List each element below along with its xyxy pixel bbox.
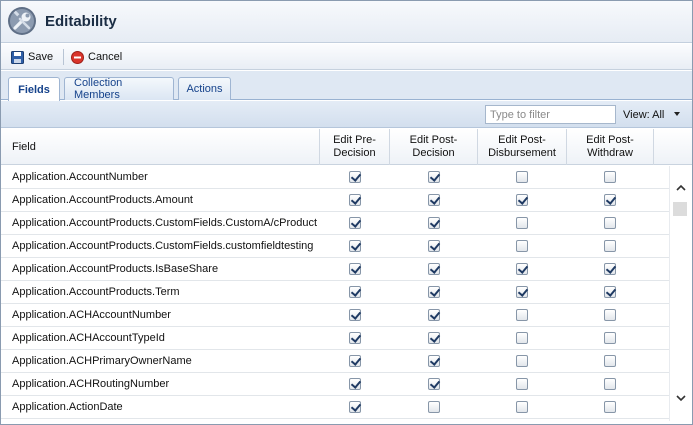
view-selector[interactable]: View: All [623,109,664,121]
edit-post-decision-checkbox[interactable] [428,332,440,344]
edit-post-withdraw-checkbox[interactable] [604,309,616,321]
edit-post-decision-checkbox[interactable] [428,309,440,321]
edit-pre-decision-checkbox[interactable] [349,332,361,344]
edit-post-withdraw-checkbox[interactable] [604,378,616,390]
tab-collection-members[interactable]: Collection Members [64,77,174,101]
save-label: Save [28,51,54,63]
field-name: Application.ActionDate [12,401,123,413]
edit-post-disbursement-checkbox[interactable] [516,217,528,229]
edit-post-withdraw-checkbox[interactable] [604,217,616,229]
edit-post-withdraw-checkbox[interactable] [604,171,616,183]
edit-pre-decision-checkbox[interactable] [349,194,361,206]
chevron-up-icon[interactable] [675,182,687,194]
editability-window: Editability Save Cancel Fields Collectio… [0,0,693,425]
edit-post-disbursement-checkbox[interactable] [516,401,528,413]
edit-post-withdraw-checkbox[interactable] [604,240,616,252]
field-name: Application.AccountProducts.Term [12,286,180,298]
edit-post-decision-checkbox[interactable] [428,263,440,275]
filter-bar: View: All [1,101,692,128]
field-name: Application.ACHAccountNumber [12,309,171,321]
field-name: Application.ACHPrimaryOwnerName [12,355,192,367]
table-row[interactable]: Application.AccountProducts.IsBaseShare [1,258,669,281]
edit-pre-decision-checkbox[interactable] [349,378,361,390]
table-row[interactable]: Application.AccountNumber [1,166,669,189]
edit-post-withdraw-checkbox[interactable] [604,332,616,344]
table-row[interactable]: Application.AccountProducts.Amount [1,189,669,212]
edit-post-disbursement-checkbox[interactable] [516,171,528,183]
edit-post-disbursement-checkbox[interactable] [516,332,528,344]
edit-post-decision-checkbox[interactable] [428,240,440,252]
edit-post-decision-checkbox[interactable] [428,171,440,183]
wrench-icon [8,7,36,35]
table-row[interactable]: Application.AccountProducts.CustomFields… [1,212,669,235]
field-name: Application.AccountNumber [12,171,148,183]
edit-pre-decision-checkbox[interactable] [349,240,361,252]
edit-post-decision-checkbox[interactable] [428,217,440,229]
filter-input[interactable] [485,105,616,124]
edit-pre-decision-checkbox[interactable] [349,401,361,413]
edit-post-withdraw-checkbox[interactable] [604,194,616,206]
edit-post-disbursement-checkbox[interactable] [516,263,528,275]
edit-post-decision-checkbox[interactable] [428,194,440,206]
edit-pre-decision-checkbox[interactable] [349,355,361,367]
edit-post-disbursement-checkbox[interactable] [516,240,528,252]
table-row[interactable]: Application.ACHAccountTypeId [1,327,669,350]
page-title: Editability [45,13,117,30]
tab-fields[interactable]: Fields [8,77,60,101]
title-bar: Editability [1,1,692,43]
field-name: Application.AccountProducts.CustomFields… [12,217,318,229]
table-row[interactable]: Application.ActionDate [1,396,669,419]
field-name: Application.AccountProducts.IsBaseShare [12,263,219,275]
edit-pre-decision-checkbox[interactable] [349,263,361,275]
tab-strip: Fields Collection Members Actions [1,71,692,101]
column-header-edit-post-decision[interactable]: Edit Post- Decision [390,129,478,165]
column-header-field[interactable]: Field [1,129,320,165]
edit-post-decision-checkbox[interactable] [428,286,440,298]
table-row[interactable]: Application.AccountProducts.CustomFields… [1,235,669,258]
chevron-down-icon[interactable] [675,392,687,404]
save-button[interactable]: Save [11,48,53,66]
grid-body: Application.AccountNumber Application.Acc… [1,166,669,421]
edit-pre-decision-checkbox[interactable] [349,171,361,183]
edit-post-disbursement-checkbox[interactable] [516,194,528,206]
edit-post-withdraw-checkbox[interactable] [604,286,616,298]
edit-post-decision-checkbox[interactable] [428,355,440,367]
cancel-button[interactable]: Cancel [71,48,122,66]
edit-post-disbursement-checkbox[interactable] [516,309,528,321]
scrollbar-thumb[interactable] [673,202,687,216]
grid-header: Field Edit Pre- Decision Edit Post- Decisi… [1,129,692,165]
chevron-down-icon[interactable] [674,112,680,116]
edit-post-decision-checkbox[interactable] [428,401,440,413]
table-row[interactable]: Application.ACHRoutingNumber [1,373,669,396]
field-name: Application.ACHAccountTypeId [12,332,165,344]
cancel-icon [71,50,84,64]
vertical-scrollbar[interactable] [669,166,691,421]
field-name: Application.ACHRoutingNumber [12,378,170,390]
edit-post-disbursement-checkbox[interactable] [516,355,528,367]
table-row[interactable]: Application.ACHPrimaryOwnerName [1,350,669,373]
field-name: Application.AccountProducts.CustomFields… [12,240,314,252]
edit-post-withdraw-checkbox[interactable] [604,263,616,275]
table-row[interactable]: Application.AccountProducts.Term [1,281,669,304]
edit-pre-decision-checkbox[interactable] [349,309,361,321]
edit-post-disbursement-checkbox[interactable] [516,286,528,298]
column-header-edit-pre-decision[interactable]: Edit Pre- Decision [320,129,390,165]
floppy-disk-icon [11,50,24,64]
field-name: Application.AccountProducts.Amount [12,194,193,206]
edit-post-disbursement-checkbox[interactable] [516,378,528,390]
edit-pre-decision-checkbox[interactable] [349,286,361,298]
toolbar: Save Cancel [1,44,692,70]
edit-pre-decision-checkbox[interactable] [349,217,361,229]
edit-post-withdraw-checkbox[interactable] [604,355,616,367]
toolbar-separator [63,49,64,65]
tab-actions[interactable]: Actions [178,77,231,100]
edit-post-withdraw-checkbox[interactable] [604,401,616,413]
table-row[interactable]: Application.ACHAccountNumber [1,304,669,327]
cancel-label: Cancel [88,51,123,63]
edit-post-decision-checkbox[interactable] [428,378,440,390]
column-header-edit-post-disbursement[interactable]: Edit Post- Disbursement [478,129,567,165]
column-header-edit-post-withdraw[interactable]: Edit Post- Withdraw [567,129,654,165]
